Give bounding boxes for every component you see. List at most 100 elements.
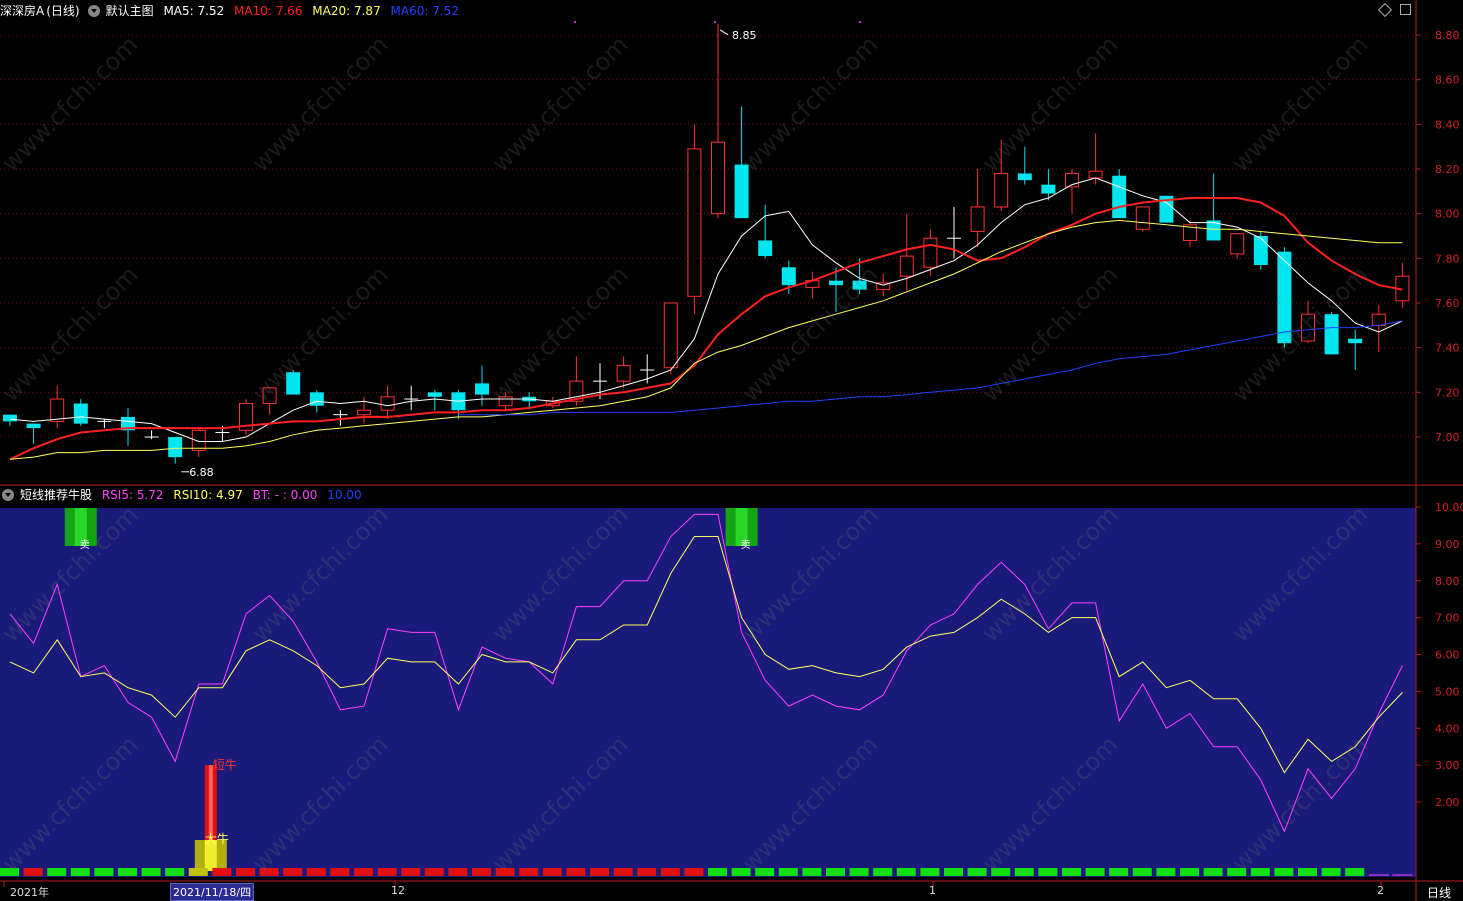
strip-cell xyxy=(1180,868,1199,876)
strip-cell xyxy=(684,868,704,876)
big-bull-label: 大牛 xyxy=(205,831,229,846)
strip-cell xyxy=(165,868,185,876)
sell-signal-label: 卖 xyxy=(741,539,751,551)
strip-cell xyxy=(826,868,845,876)
strip-cell xyxy=(283,868,303,876)
price-tick-label: 7.40 xyxy=(1435,342,1460,355)
strip-cell xyxy=(731,868,751,876)
indicator-tick-label: 2.00 xyxy=(1435,796,1460,809)
strip-cell xyxy=(23,868,43,876)
strip-cell xyxy=(1203,868,1223,876)
dropdown-icon[interactable] xyxy=(87,5,100,17)
strip-cell xyxy=(472,868,491,876)
date-label-year: 2021年 xyxy=(10,886,49,899)
strip-cell xyxy=(660,868,680,876)
candle-body xyxy=(758,240,773,257)
price-tick-label: 8.00 xyxy=(1435,208,1460,221)
strip-cell xyxy=(967,868,987,876)
strip-cell xyxy=(401,868,421,876)
period-label: (日线) xyxy=(46,4,80,18)
chart-canvas[interactable]: 8.85 6.88 卖 卖短牛大牛 8.80 8.60 8.40 8.20 8.00 7.80… xyxy=(0,0,1463,901)
ma60-label: MA60: 7.52 xyxy=(390,4,459,18)
maximize-icon[interactable] xyxy=(1399,4,1411,15)
candle-body xyxy=(475,383,489,395)
indicator-dropdown-icon[interactable] xyxy=(2,489,14,501)
window-controls xyxy=(1377,2,1411,18)
candle-body xyxy=(1112,175,1127,219)
stock-name[interactable]: 深深房A xyxy=(0,4,44,18)
indicator-tick-label: 6.00 xyxy=(1435,649,1460,662)
strip-cell xyxy=(354,868,373,876)
strip-cell xyxy=(377,868,397,876)
bt-label: BT: - : 0.00 xyxy=(252,488,318,502)
price-tick-label: 8.20 xyxy=(1435,163,1460,176)
price-tick-label: 7.80 xyxy=(1435,252,1460,265)
price-tick-label: 7.20 xyxy=(1435,386,1460,399)
indicator-panel[interactable]: 卖 卖短牛大牛 xyxy=(0,508,1416,877)
strip-cell xyxy=(47,868,67,876)
indicator-tick-label: 10.00 xyxy=(1435,501,1463,514)
strip-cell xyxy=(236,868,255,876)
strip-cell xyxy=(188,868,208,876)
strip-cell xyxy=(70,868,90,876)
candle-body xyxy=(852,280,867,290)
indicator-tick-label: 7.00 xyxy=(1435,612,1460,625)
candle-body xyxy=(1324,314,1339,355)
strip-cell xyxy=(1227,868,1247,876)
high-price-label: 8.85 xyxy=(732,29,757,42)
candle-body xyxy=(1253,236,1268,266)
strip-cell xyxy=(1156,868,1176,876)
low-price-label: 6.88 xyxy=(189,466,214,479)
candle-body xyxy=(734,164,749,219)
strip-cell xyxy=(0,868,19,876)
signal-dot xyxy=(859,21,861,23)
strip-cell xyxy=(1274,868,1294,876)
strip-cell xyxy=(519,868,539,876)
strip-cell xyxy=(566,868,586,876)
indicator-tick-label: 3.00 xyxy=(1435,759,1460,772)
period-button[interactable]: 日线 xyxy=(1427,884,1451,901)
strip-cell xyxy=(1250,868,1270,876)
strip-cell xyxy=(708,868,727,876)
candle-body xyxy=(309,392,324,406)
indicator-tick-label: 8.00 xyxy=(1435,575,1460,588)
candle-body xyxy=(3,414,17,422)
strip-cell xyxy=(448,868,468,876)
strip-cell xyxy=(330,868,350,876)
date-cursor-label: 2021/11/18/四 xyxy=(170,883,255,901)
strip-cell xyxy=(944,868,963,876)
ma20-label: MA20: 7.87 xyxy=(312,4,381,18)
price-tick-label: 7.00 xyxy=(1435,431,1460,444)
candle-body xyxy=(168,437,183,458)
strip-cell xyxy=(637,868,657,876)
strip-cell xyxy=(212,868,232,876)
strip-cell xyxy=(118,868,137,876)
strip-cell xyxy=(259,868,279,876)
strip-cell xyxy=(542,868,562,876)
indicator-tick-label: 5.00 xyxy=(1435,685,1460,698)
indicator-tick-label: 4.00 xyxy=(1435,722,1460,735)
candle-body xyxy=(286,372,301,395)
strip-cell xyxy=(873,868,893,876)
rsi5-label: RSI5: 5.72 xyxy=(101,488,164,502)
date-label-dec: 12 xyxy=(391,884,405,897)
template-label[interactable]: 默认主图 xyxy=(106,4,154,18)
indicator-name[interactable]: 短线推荐牛股 xyxy=(20,488,92,502)
ma5-label: MA5: 7.52 xyxy=(163,4,225,18)
candle-body xyxy=(26,423,41,429)
strip-cell xyxy=(1062,868,1081,876)
price-tick-label: 8.60 xyxy=(1435,74,1460,87)
signal-dot xyxy=(574,21,576,23)
sell-signal-label: 卖 xyxy=(80,539,90,551)
strip-cell xyxy=(1038,868,1058,876)
strip-cell xyxy=(802,868,822,876)
candle-body xyxy=(1348,338,1363,344)
signal-dot xyxy=(714,21,716,23)
strip-cell xyxy=(1298,868,1317,876)
strip-cell xyxy=(1109,868,1129,876)
rsi10-label: RSI10: 4.97 xyxy=(173,488,243,502)
diamond-icon[interactable] xyxy=(1377,2,1393,18)
candle-body xyxy=(1017,173,1032,181)
indicator-tick-label: 9.00 xyxy=(1435,538,1460,551)
date-label-feb: 2 xyxy=(1377,884,1384,897)
